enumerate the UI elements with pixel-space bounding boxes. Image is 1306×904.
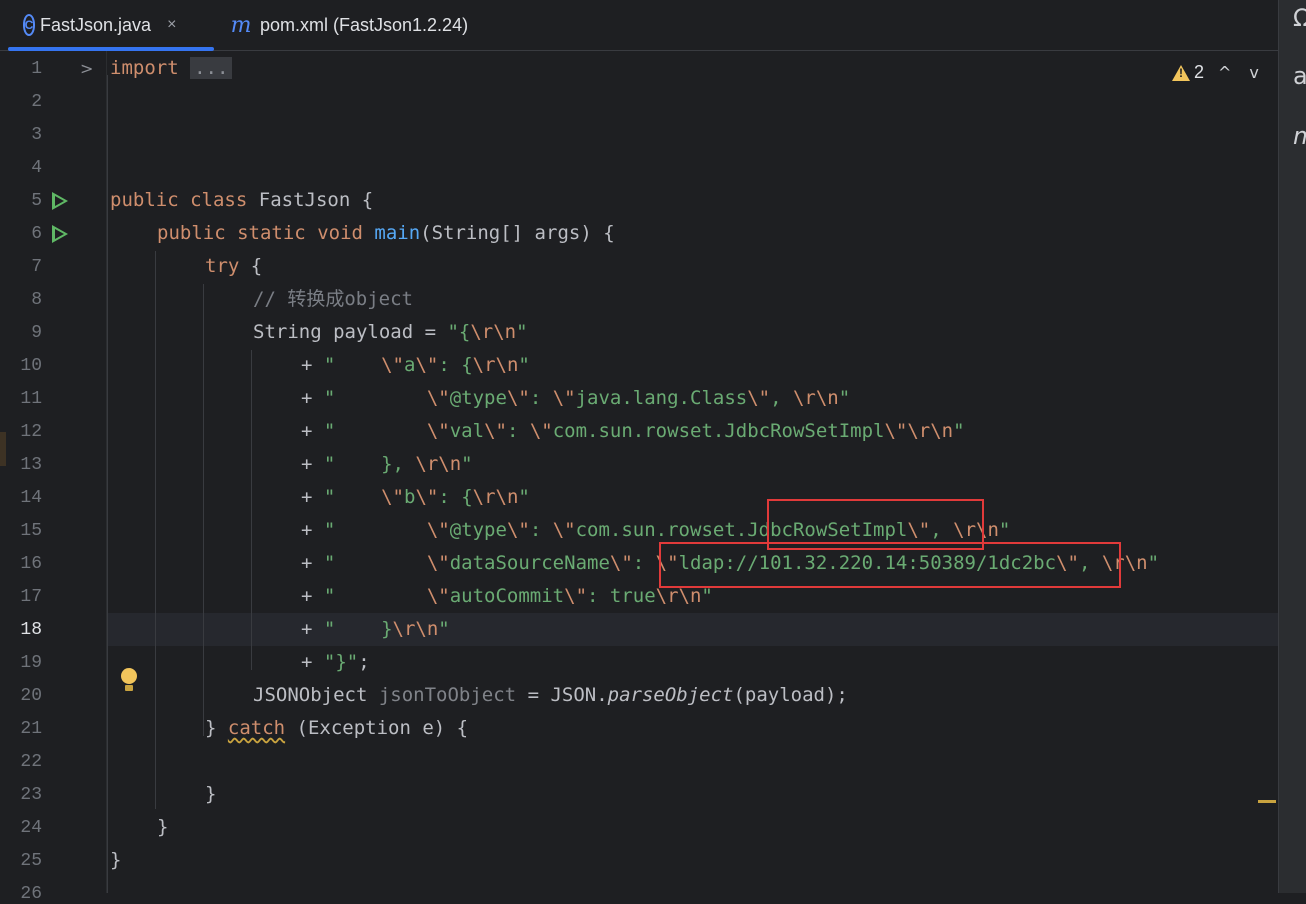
line-number: 26 <box>20 884 42 904</box>
tab-fastjson-java[interactable]: C FastJson.java × <box>8 0 214 51</box>
run-icon[interactable] <box>52 225 68 243</box>
code-editor[interactable]: 1 > 2 3 4 5 6 7 8 9 10 11 12 13 14 15 16… <box>0 51 1278 904</box>
line-number: 17 <box>20 587 42 607</box>
tab-label: FastJson.java <box>40 14 152 35</box>
code-line[interactable]: JSONObject jsonToObject = JSON.parseObje… <box>253 679 848 712</box>
line-number: 11 <box>20 389 42 409</box>
line-number: 5 <box>31 191 42 211</box>
tab-label: pom.xml (FastJson1.2.24) <box>260 14 469 35</box>
line-number: 20 <box>20 686 42 706</box>
indent-guide <box>107 75 108 893</box>
indent-guide <box>155 251 156 809</box>
code-line[interactable]: + " \"val\": \"com.sun.rowset.JdbcRowSet… <box>301 415 965 448</box>
code-line[interactable]: } <box>110 844 121 877</box>
code-line[interactable]: import ... <box>110 52 233 85</box>
indent-guide <box>203 284 204 736</box>
code-line[interactable]: public class FastJson { <box>110 184 373 217</box>
line-number: 1 <box>31 59 42 79</box>
line-number: 24 <box>20 818 42 838</box>
line-number: 2 <box>31 92 42 112</box>
maven-icon: m <box>230 12 252 38</box>
line-number: 14 <box>20 488 42 508</box>
editor-gutter: 1 > 2 3 4 5 6 7 8 9 10 11 12 13 14 15 16… <box>0 51 107 904</box>
chevron-down-icon[interactable]: v <box>1249 63 1276 82</box>
highlight-box-ldap-url <box>659 542 1121 588</box>
code-line[interactable]: try { <box>205 250 262 283</box>
warning-count: 2 <box>1194 62 1205 82</box>
navigate-arrows[interactable]: ^v <box>1218 63 1277 82</box>
indent-guide <box>251 350 252 670</box>
close-icon[interactable]: × <box>167 16 176 34</box>
inspection-widget[interactable]: 2 ^v <box>1172 62 1277 83</box>
code-line[interactable]: } <box>205 778 216 811</box>
line-number: 12 <box>20 422 42 442</box>
line-number: 7 <box>31 257 42 277</box>
editor-tab-bar: C FastJson.java × m pom.xml (FastJson1.2… <box>0 0 1278 51</box>
tool-glyph[interactable]: Ω <box>1293 4 1306 32</box>
chevron-right-icon[interactable]: > <box>80 59 93 78</box>
line-number: 22 <box>20 752 42 772</box>
code-line[interactable]: + " }, \r\n" <box>301 448 473 481</box>
code-line[interactable]: + " \"@type\": \"java.lang.Class\", \r\n… <box>301 382 850 415</box>
code-line[interactable]: } catch (Exception e) { <box>205 712 468 745</box>
tool-glyph[interactable]: m <box>1293 122 1306 150</box>
code-line[interactable]: + " \"autoCommit\": true\r\n" <box>301 580 713 613</box>
line-number: 9 <box>31 323 42 343</box>
line-number: 15 <box>20 521 42 541</box>
code-line[interactable]: // 转换成object <box>253 283 413 316</box>
line-number: 19 <box>20 653 42 673</box>
line-number: 3 <box>31 125 42 145</box>
code-line[interactable]: + " \"b\": {\r\n" <box>301 481 530 514</box>
code-line[interactable]: public static void main(String[] args) { <box>157 217 615 250</box>
line-number: 21 <box>20 719 42 739</box>
line-number: 4 <box>31 158 42 178</box>
code-line[interactable]: + " \"a\": {\r\n" <box>301 349 530 382</box>
chevron-up-icon[interactable]: ^ <box>1218 63 1249 82</box>
line-number: 6 <box>31 224 42 244</box>
line-number: 8 <box>31 290 42 310</box>
tab-pom-xml[interactable]: m pom.xml (FastJson1.2.24) <box>228 0 469 50</box>
run-icon[interactable] <box>52 192 68 210</box>
line-number: 16 <box>20 554 42 574</box>
class-icon: C <box>22 14 36 36</box>
right-tool-window-strip: Ω a m <box>1278 0 1306 893</box>
line-number: 18 <box>20 620 42 640</box>
code-line[interactable]: + "}"; <box>301 646 370 679</box>
code-line[interactable]: + " }\r\n" <box>301 613 450 646</box>
folded-imports[interactable]: ... <box>190 57 233 79</box>
line-number: 13 <box>20 455 42 475</box>
line-number: 23 <box>20 785 42 805</box>
code-line[interactable]: String payload = "{\r\n" <box>253 316 528 349</box>
warning-icon <box>1172 64 1190 81</box>
warning-stripe-marker[interactable] <box>1258 800 1276 803</box>
tool-glyph[interactable]: a <box>1293 62 1306 90</box>
code-line[interactable]: } <box>157 811 168 844</box>
current-line-highlight <box>106 613 1278 646</box>
catch-warning-underline: catch <box>227 717 286 739</box>
line-number: 10 <box>20 356 42 376</box>
line-number: 25 <box>20 851 42 871</box>
lightbulb-icon[interactable] <box>120 668 138 694</box>
